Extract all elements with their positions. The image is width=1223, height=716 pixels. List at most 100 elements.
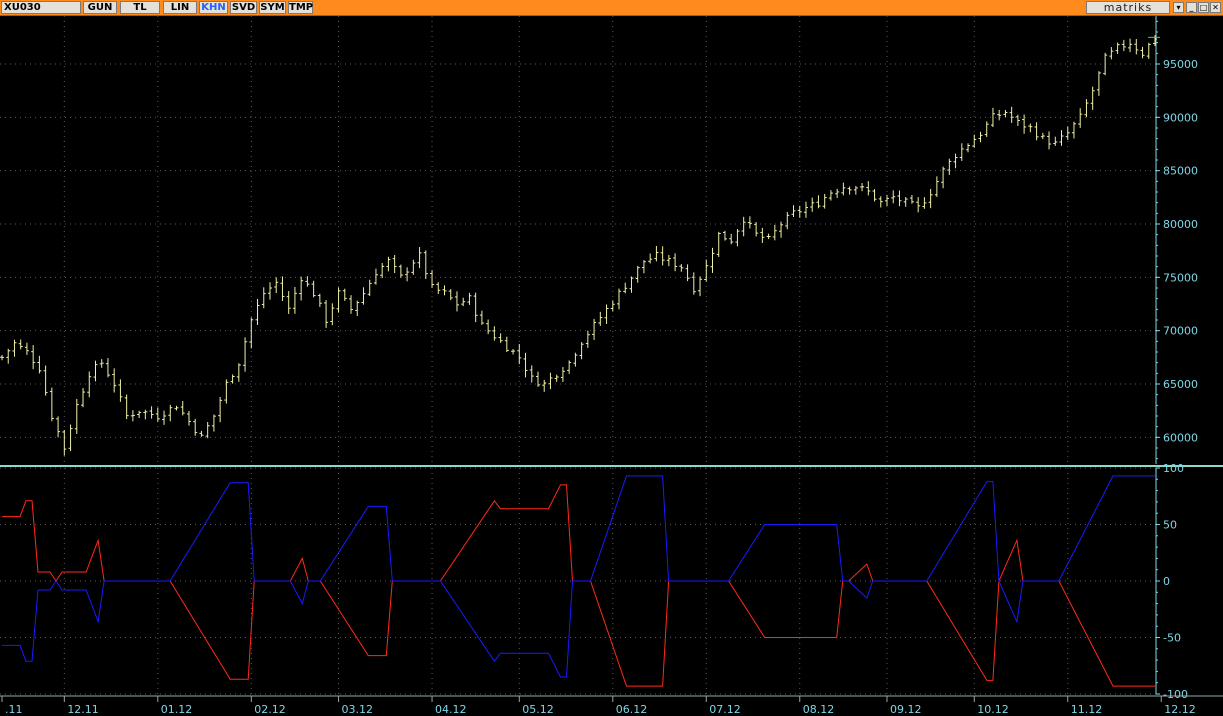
gun-button[interactable]: GUN [83,1,117,14]
price-bar [554,374,559,382]
price-bar [336,287,341,313]
price-bar [1065,126,1070,140]
price-bar [535,371,540,387]
price-bar [317,293,322,307]
price-bar [112,368,117,393]
sym-button[interactable]: SYM [259,1,286,14]
maximize-icon[interactable]: □ [1198,2,1209,13]
price-bar [137,410,142,419]
date-axis: .11 12.11 01.12 02.12 03.12 04.12 05.12 06.12 07… [0,695,1223,716]
price-bar [423,250,428,280]
x-tick-label: 10.12 [977,703,1009,716]
price-bar [299,276,304,301]
dropdown-icon[interactable]: ▾ [1173,2,1184,13]
price-bar [205,421,210,439]
price-bar [1128,38,1133,53]
aroon-up-line [2,475,1155,678]
price-bar [143,409,148,420]
x-tick-label: 06.12 [616,703,648,716]
close-icon[interactable]: ✕ [1210,2,1221,13]
price-bar [623,282,628,294]
price-bar [610,300,615,312]
price-bar [498,333,503,343]
price-bar [486,319,491,335]
price-bar [467,292,472,305]
price-bar [860,183,865,192]
price-bar [567,360,572,374]
price-bar [267,282,272,300]
price-bar [1053,136,1058,146]
price-bar [1047,131,1052,150]
price-bar [997,109,1002,121]
price-bar [373,268,378,285]
price-bar [934,176,939,197]
price-bar [579,342,584,360]
price-bar [529,365,534,383]
price-bar [941,166,946,189]
symbol-field[interactable]: XU030 [1,1,81,14]
price-bar [504,336,509,353]
x-tick-label: 09.12 [890,703,922,716]
price-bar [274,277,279,293]
price-bar [411,259,416,275]
price-bar [779,221,784,238]
price-bar [1003,110,1008,117]
lin-button[interactable]: LIN [163,1,197,14]
price-bar [124,394,129,420]
x-tick-label: 12.12 [1164,703,1196,716]
minimize-icon[interactable]: _ [1186,2,1197,13]
price-bar [959,143,964,161]
price-bar [448,289,453,301]
price-bar [872,189,877,202]
khn-button[interactable]: KHN [199,1,228,14]
price-bar [174,405,179,411]
y-tick-label: 100 [1163,462,1184,475]
price-bar [716,231,721,258]
price-bar [479,310,484,325]
price-bar [62,429,67,456]
y-tick-label: -100 [1163,688,1188,701]
price-bar [803,201,808,218]
price-bar [897,190,902,207]
price-bar [361,287,366,305]
price-bar [1009,106,1014,123]
y-tick-label: 80000 [1163,218,1198,231]
price-bar [1146,42,1151,59]
price-bar [380,262,385,279]
price-bar [1096,71,1101,96]
tmp-button[interactable]: TMP [288,1,313,14]
tl-button[interactable]: TL [120,1,160,14]
y-tick-label: 85000 [1163,165,1198,178]
price-bar [660,246,665,266]
price-bar [398,264,403,278]
price-bar [430,270,435,288]
price-bar [966,143,971,153]
price-bar [679,264,684,272]
price-bar [648,253,653,264]
y-tick-label: -50 [1163,632,1181,645]
price-bar [162,410,167,425]
price-bar [186,410,191,426]
price-bar [617,288,622,310]
price-bar [772,224,777,241]
price-bar [1059,130,1064,146]
y-tick-label: 60000 [1163,431,1198,444]
price-bar [280,276,285,302]
price-bar [810,197,815,212]
price-bar [1134,39,1139,55]
price-bar [261,287,266,309]
price-bar [1121,39,1126,52]
price-bar [548,372,553,390]
price-bar [604,304,609,324]
x-tick-label: 08.12 [803,703,835,716]
svd-button[interactable]: SVD [230,1,257,14]
price-bar [922,197,927,209]
x-tick-label: 05.12 [522,703,554,716]
price-bar [99,359,104,368]
price-bar [691,272,696,295]
price-bar [473,292,478,323]
price-bar [1015,114,1020,126]
price-bar [878,196,883,208]
price-bar [461,297,466,307]
y-tick-label: 65000 [1163,378,1198,391]
